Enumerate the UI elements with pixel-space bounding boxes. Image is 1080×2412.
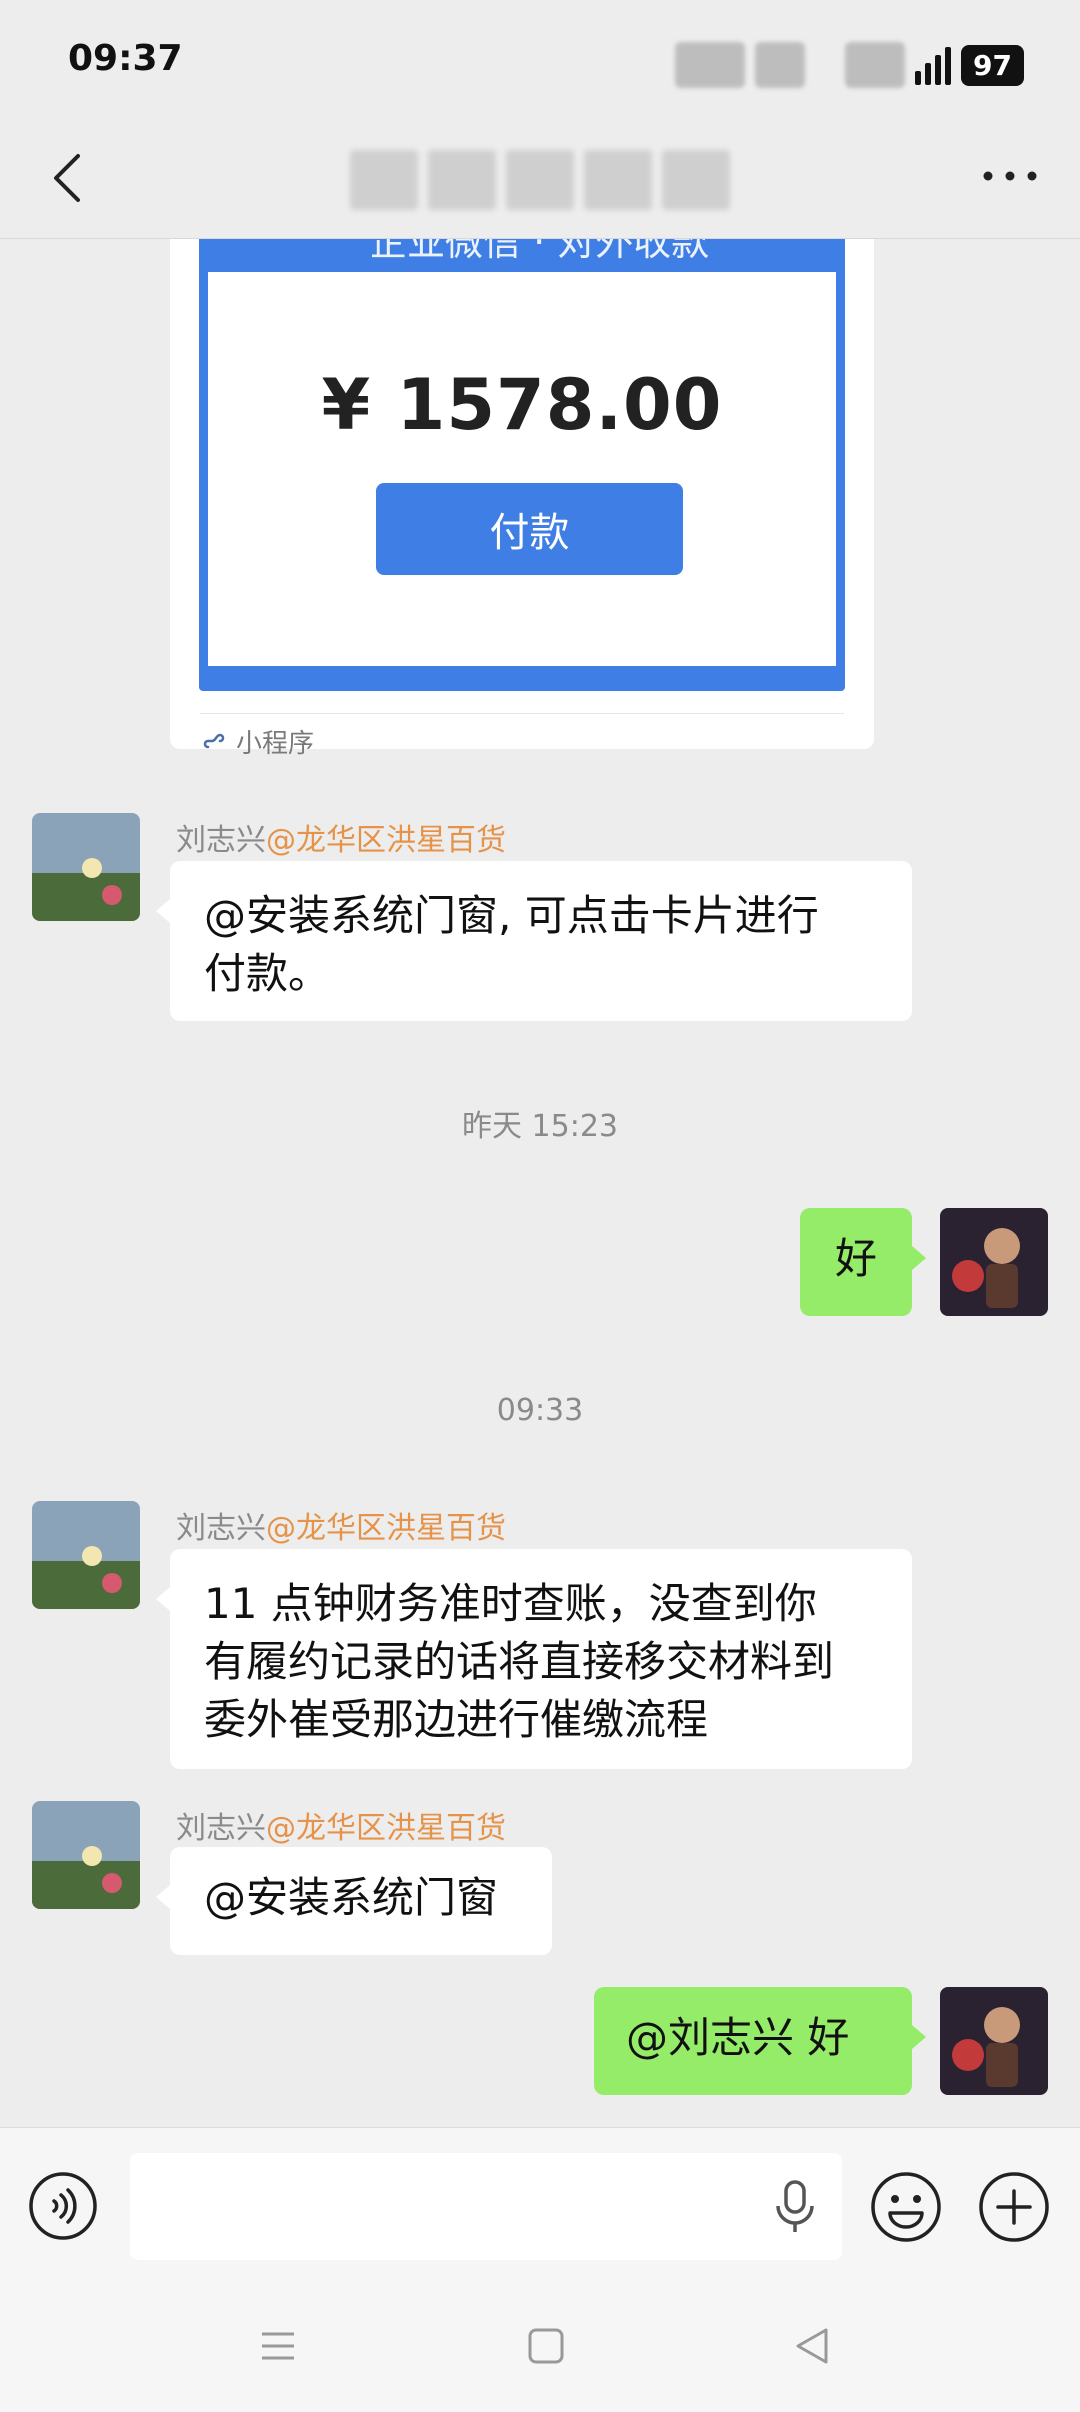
message-line: 委外崔受那边进行催缴流程 (204, 1695, 709, 1744)
sender-name: 刘志兴@龙华区洪星百货 (176, 1503, 506, 1547)
battery-indicator: 97 (961, 44, 1024, 86)
card-body: ¥ 1578.00 付款 (208, 272, 836, 666)
plus-icon[interactable] (978, 2171, 1050, 2243)
message-bubble[interactable]: 11 点钟财务准时查账，没查到你 有履约记录的话将直接移交材料到 委外崔受那边进… (156, 1549, 912, 1769)
sender-name: 刘志兴@龙华区洪星百货 (176, 815, 506, 859)
message-line: @安装系统门窗, 可点击卡片进行 (204, 891, 819, 940)
home-icon[interactable] (522, 2322, 570, 2370)
microphone-icon[interactable] (770, 2178, 820, 2236)
avatar[interactable] (32, 1801, 140, 1909)
blurred-status-icons (755, 42, 806, 88)
payment-amount: ¥ 1578.00 (321, 364, 723, 446)
message-input[interactable] (130, 2153, 842, 2260)
miniprogram-icon (203, 733, 225, 748)
sender-group-tag: @龙华区洪星百货 (266, 1811, 506, 1846)
chat-header (0, 120, 1080, 239)
sender-group-tag: @龙华区洪星百货 (266, 1511, 506, 1546)
sender-group-tag: @龙华区洪星百货 (266, 823, 506, 858)
pay-button[interactable]: 付款 (376, 483, 683, 575)
system-navigation-bar (0, 2282, 1080, 2412)
timestamp: 09:33 (496, 1393, 584, 1428)
self-avatar[interactable] (940, 1987, 1048, 2095)
status-time: 09:37 (68, 38, 183, 79)
message-line: @安装系统门窗 (204, 1873, 499, 1922)
message-bubble[interactable]: @安装系统门窗 (156, 1847, 552, 1955)
card-banner-text: 企业微信 · 对外收款 (369, 239, 710, 264)
landscape-avatar-image (32, 813, 140, 921)
chat-input-bar (0, 2127, 1080, 2283)
status-icons: 97 (675, 42, 1024, 88)
signal-icon (915, 45, 952, 85)
avatar[interactable] (32, 1501, 140, 1609)
sender-name-text: 刘志兴 (176, 823, 266, 858)
cartoon-avatar-image (940, 1987, 1048, 2095)
cartoon-avatar-image (940, 1208, 1048, 1316)
message-line: 11 点钟财务准时查账，没查到你 (204, 1579, 817, 1628)
blurred-status-icons (675, 42, 746, 88)
message-bubble[interactable]: @安装系统门窗, 可点击卡片进行 付款。 (156, 861, 912, 1021)
back-arrow-icon[interactable] (38, 148, 98, 208)
divider (200, 713, 844, 714)
payment-miniprogram-card[interactable]: 企业微信 · 对外收款 ¥ 1578.00 付款 小程序 (170, 239, 874, 759)
self-message-bubble[interactable]: 好 (800, 1208, 926, 1316)
chat-messages[interactable]: 企业微信 · 对外收款 ¥ 1578.00 付款 小程序 刘志兴@龙华区洪星百货… (0, 239, 1080, 2127)
back-triangle-icon[interactable] (788, 2322, 836, 2370)
message-line: 有履约记录的话将直接移交材料到 (204, 1637, 835, 1686)
sender-name-text: 刘志兴 (176, 1511, 266, 1546)
sender-name: 刘志兴@龙华区洪星百货 (176, 1803, 506, 1847)
emoji-icon[interactable] (870, 2171, 942, 2243)
status-bar: 09:37 97 (0, 0, 1080, 120)
sender-name-text: 刘志兴 (176, 1811, 266, 1846)
chat-title-blurred (350, 150, 730, 210)
miniprogram-text: 小程序 (236, 729, 315, 759)
avatar[interactable] (32, 813, 140, 921)
more-options-icon[interactable] (980, 164, 1040, 188)
message-line: 付款。 (204, 949, 331, 998)
timestamp: 昨天 15:23 (462, 1109, 618, 1144)
self-avatar[interactable] (940, 1208, 1048, 1316)
self-message-bubble[interactable]: @刘志兴 好 (594, 1987, 926, 2095)
voice-mode-icon[interactable] (28, 2171, 98, 2241)
menu-icon[interactable] (254, 2322, 302, 2370)
landscape-avatar-image (32, 1801, 140, 1909)
blurred-network-icon (845, 42, 906, 88)
miniprogram-label: 小程序 (202, 723, 314, 760)
landscape-avatar-image (32, 1501, 140, 1609)
